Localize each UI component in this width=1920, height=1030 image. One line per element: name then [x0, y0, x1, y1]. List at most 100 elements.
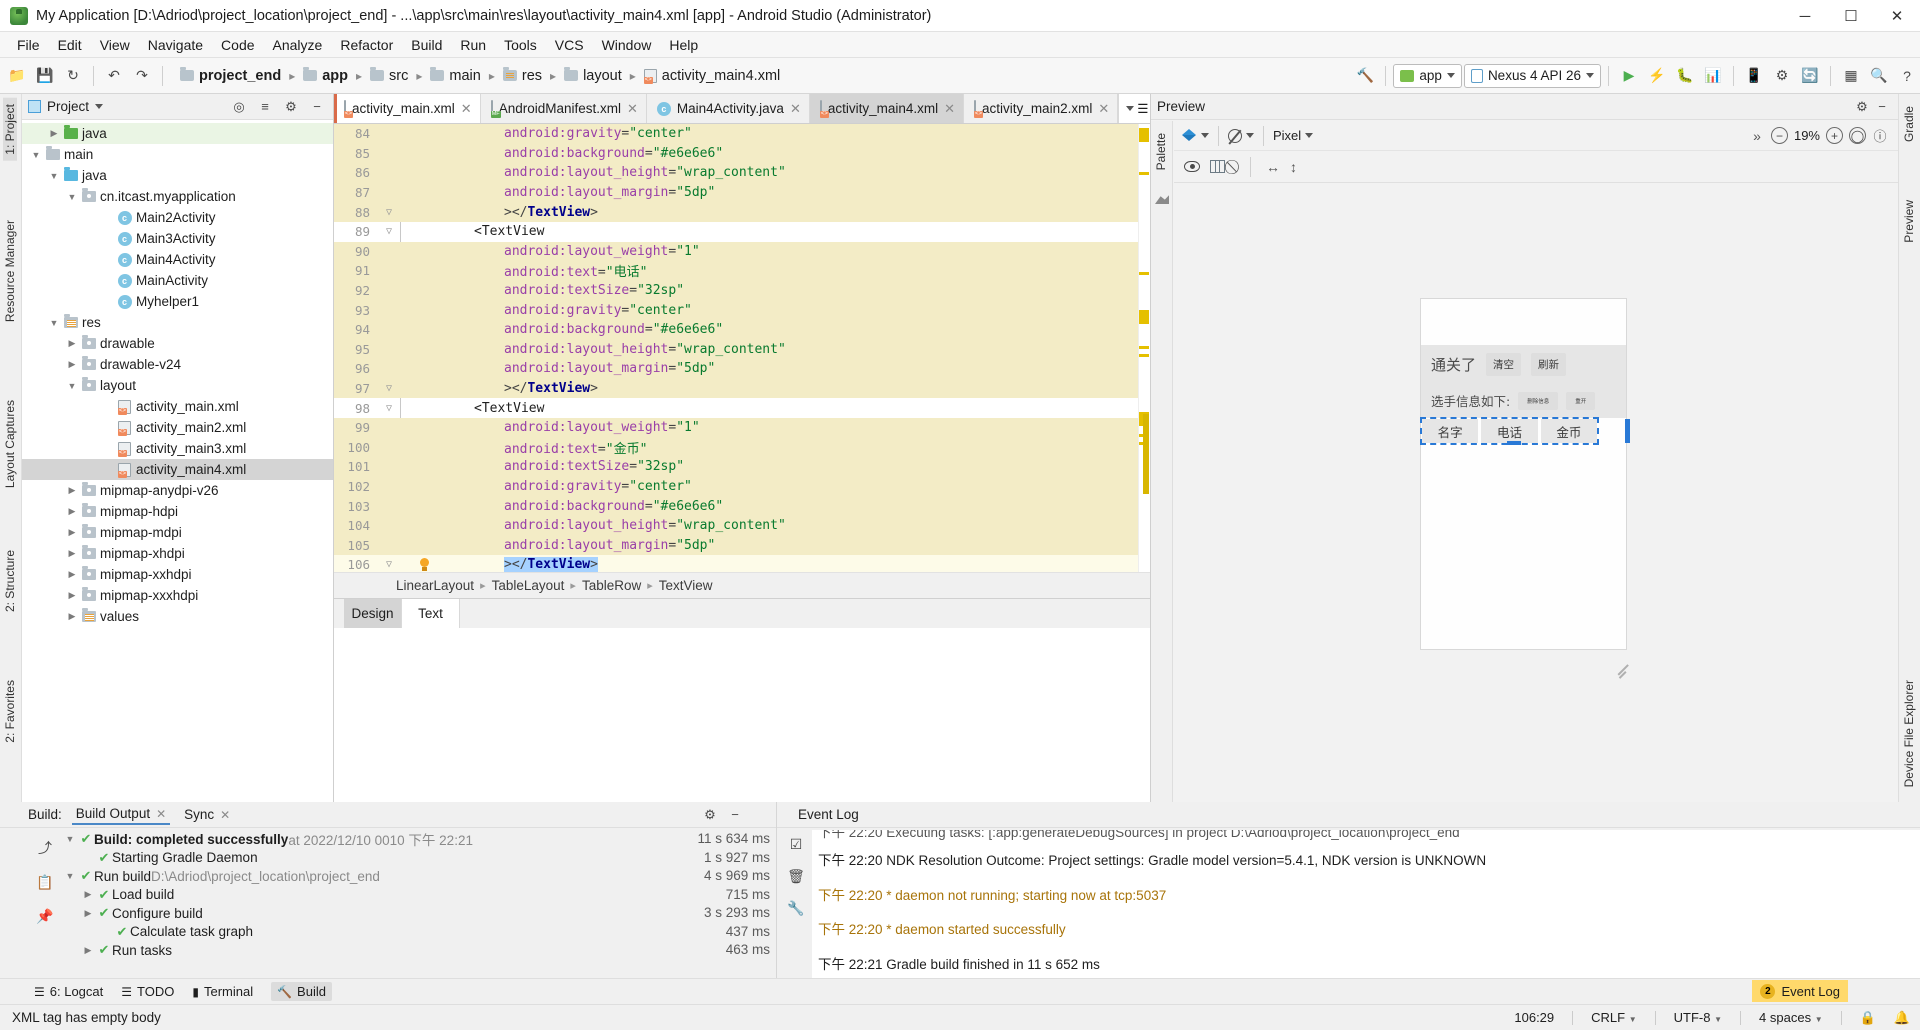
breadcrumb-app[interactable]: app — [297, 66, 354, 86]
menu-vcs[interactable]: VCS — [546, 34, 593, 56]
close-icon[interactable]: ✕ — [944, 101, 955, 117]
menu-edit[interactable]: Edit — [49, 34, 91, 56]
tree-twisty-icon[interactable]: ▶ — [64, 590, 80, 601]
save-icon[interactable]: 💾 — [32, 63, 58, 89]
close-icon[interactable]: ✕ — [1098, 101, 1109, 117]
code-fold-icon[interactable]: ▽ — [378, 403, 400, 414]
code-editor[interactable]: 84 android:gravity="center" 85 android:back… — [334, 124, 1150, 572]
tree-item-activity-main-xml[interactable]: activity_main.xml — [22, 396, 333, 417]
hide-panel-icon[interactable]: − — [1872, 97, 1892, 117]
code-line[interactable]: 98 ▽ <TextView — [334, 398, 1150, 418]
sync-icon[interactable]: ↻ — [60, 63, 86, 89]
tree-twisty-icon[interactable]: ▼ — [46, 171, 62, 181]
run-icon[interactable]: ▶ — [1616, 63, 1642, 89]
breadcrumb-src[interactable]: src — [364, 66, 414, 86]
columns-icon[interactable] — [1210, 160, 1225, 173]
code-line[interactable]: 89 ▽ <TextView — [334, 222, 1150, 242]
strip-project[interactable]: 1: Project — [3, 98, 17, 161]
run-configuration-selector[interactable]: app — [1393, 63, 1462, 88]
tree-item-mipmap-xhdpi[interactable]: ▶ mipmap-xhdpi — [22, 543, 333, 564]
code-line[interactable]: 103 android:background="#e6e6e6" — [334, 496, 1150, 516]
error-stripe[interactable] — [1138, 124, 1150, 572]
chevron-down-icon[interactable] — [1246, 133, 1254, 138]
toolwin-todo[interactable]: ☰ TODO — [121, 984, 174, 999]
menu-refactor[interactable]: Refactor — [331, 34, 402, 56]
code-fold-icon[interactable]: ▽ — [378, 207, 400, 218]
horizontal-constraint-icon[interactable]: ↔ — [1266, 159, 1280, 175]
event-log-row[interactable]: 下午 22:20 Executing tasks: [:app:generate… — [818, 830, 1920, 842]
toolwin-terminal[interactable]: ▮ Terminal — [192, 984, 253, 999]
code-line[interactable]: 102 android:gravity="center" — [334, 476, 1150, 497]
render-table-row[interactable]: 名字 电话 金币 — [1420, 417, 1599, 445]
tree-item-activity-main3-xml[interactable]: activity_main3.xml — [22, 438, 333, 459]
tab-design[interactable]: Design — [344, 599, 402, 628]
tree-item-main[interactable]: ▼ main — [22, 144, 333, 165]
breadcrumb-res[interactable]: res — [497, 66, 548, 86]
tree-item-mipmap-hdpi[interactable]: ▶ mipmap-hdpi — [22, 501, 333, 522]
tree-twisty-icon[interactable]: ▼ — [46, 318, 62, 328]
settings-gear-icon[interactable]: ⚙ — [281, 97, 301, 117]
sdk-manager-icon[interactable]: ⚙ — [1769, 63, 1795, 89]
strip-structure[interactable]: 2: Structure — [3, 544, 17, 618]
code-line[interactable]: 88 ▽ ></TextView> — [334, 202, 1150, 222]
menu-tools[interactable]: Tools — [495, 34, 546, 56]
code-line[interactable]: 96 android:layout_margin="5dp" — [334, 359, 1150, 379]
tree-item-main2activity[interactable]: c Main2Activity — [22, 207, 333, 228]
menu-code[interactable]: Code — [212, 34, 263, 56]
code-line[interactable]: 87 android:layout_margin="5dp" — [334, 182, 1150, 203]
crumb-tablerow[interactable]: TableRow — [582, 578, 641, 593]
layers-icon[interactable] — [1182, 129, 1197, 142]
tab-sync[interactable]: Sync ✕ — [180, 805, 234, 824]
strip-gradle[interactable]: Gradle — [1902, 100, 1916, 148]
wrench-settings-icon[interactable]: 🔧 — [786, 898, 806, 918]
editor-tab-activity-main2-xml[interactable]: activity_main2.xml ✕ — [964, 94, 1119, 123]
line-separator[interactable]: CRLF ▼ — [1591, 1010, 1637, 1025]
build-twisty-icon[interactable]: ▶ — [80, 908, 96, 919]
mark-read-icon[interactable]: ☑ — [786, 834, 806, 854]
code-line[interactable]: 85 android:background="#e6e6e6" — [334, 143, 1150, 164]
event-log-row[interactable]: 下午 22:20 * daemon started successfully — [818, 911, 1920, 946]
build-twisty-icon[interactable]: ▼ — [62, 871, 78, 881]
restart-build-icon[interactable]: ⤴ — [35, 838, 55, 858]
code-line[interactable]: 104 android:layout_height="wrap_content" — [334, 515, 1150, 536]
event-log-row[interactable]: 下午 22:20 * daemon not running; starting … — [818, 877, 1920, 912]
tree-item-mipmap-xxhdpi[interactable]: ▶ mipmap-xxhdpi — [22, 564, 333, 585]
info-icon[interactable]: ⓘ — [1870, 126, 1890, 146]
tree-twisty-icon[interactable]: ▶ — [64, 611, 80, 622]
strip-layout-captures[interactable]: Layout Captures — [3, 394, 17, 494]
debug-icon[interactable]: 🐛 — [1672, 63, 1698, 89]
intention-bulb-icon[interactable] — [418, 557, 431, 572]
code-line[interactable]: 101 android:textSize="32sp" — [334, 457, 1150, 477]
help-icon[interactable]: ? — [1894, 63, 1920, 89]
editor-tab-activity-main-xml[interactable]: activity_main.xml ✕ — [334, 94, 481, 123]
tree-item-layout[interactable]: ▼ layout — [22, 375, 333, 396]
project-file-tree[interactable]: ▶ java ▼ main ▼ java ▼ cn.itcast.myapplication c… — [22, 121, 333, 802]
selection-handle-bottom[interactable] — [1507, 441, 1521, 445]
strip-favorites[interactable]: 2: Favorites — [3, 674, 17, 749]
chevron-down-icon[interactable] — [1305, 133, 1314, 138]
code-line[interactable]: 84 android:gravity="center" — [334, 124, 1150, 144]
tree-item-main4activity[interactable]: c Main4Activity — [22, 249, 333, 270]
menu-file[interactable]: File — [8, 34, 49, 56]
build-row[interactable]: ▼ ✔ Run build D:\Adriod\project_location\p… — [62, 867, 662, 886]
tree-item-activity-main4-xml[interactable]: activity_main4.xml — [22, 459, 333, 480]
maximize-button[interactable]: ☐ — [1828, 0, 1874, 32]
menu-view[interactable]: View — [91, 34, 139, 56]
crumb-linearlayout[interactable]: LinearLayout — [396, 578, 474, 593]
tree-item-mipmap-anydpi-v26[interactable]: ▶ mipmap-anydpi-v26 — [22, 480, 333, 501]
code-line[interactable]: 94 android:background="#e6e6e6" — [334, 319, 1150, 340]
device-selector[interactable]: Nexus 4 API 26 — [1463, 63, 1601, 88]
code-line[interactable]: 86 android:layout_height="wrap_content" — [334, 163, 1150, 183]
code-line[interactable]: 105 android:layout_margin="5dp" — [334, 535, 1150, 556]
trash-icon[interactable]: 🗑 — [786, 866, 806, 886]
strip-device-file-explorer[interactable]: Device File Explorer — [1902, 674, 1916, 793]
close-button[interactable]: ✕ — [1874, 0, 1920, 32]
menu-analyze[interactable]: Analyze — [264, 34, 332, 56]
render-clear-button[interactable]: 清空 — [1486, 352, 1522, 376]
tree-item-mainactivity[interactable]: c MainActivity — [22, 270, 333, 291]
render-delete-button[interactable]: 删除信息 — [1518, 391, 1559, 410]
open-icon[interactable]: 📁 — [4, 63, 30, 89]
menu-run[interactable]: Run — [451, 34, 495, 56]
menu-window[interactable]: Window — [593, 34, 661, 56]
notification-bell-icon[interactable]: 🔔 — [1894, 1010, 1910, 1026]
